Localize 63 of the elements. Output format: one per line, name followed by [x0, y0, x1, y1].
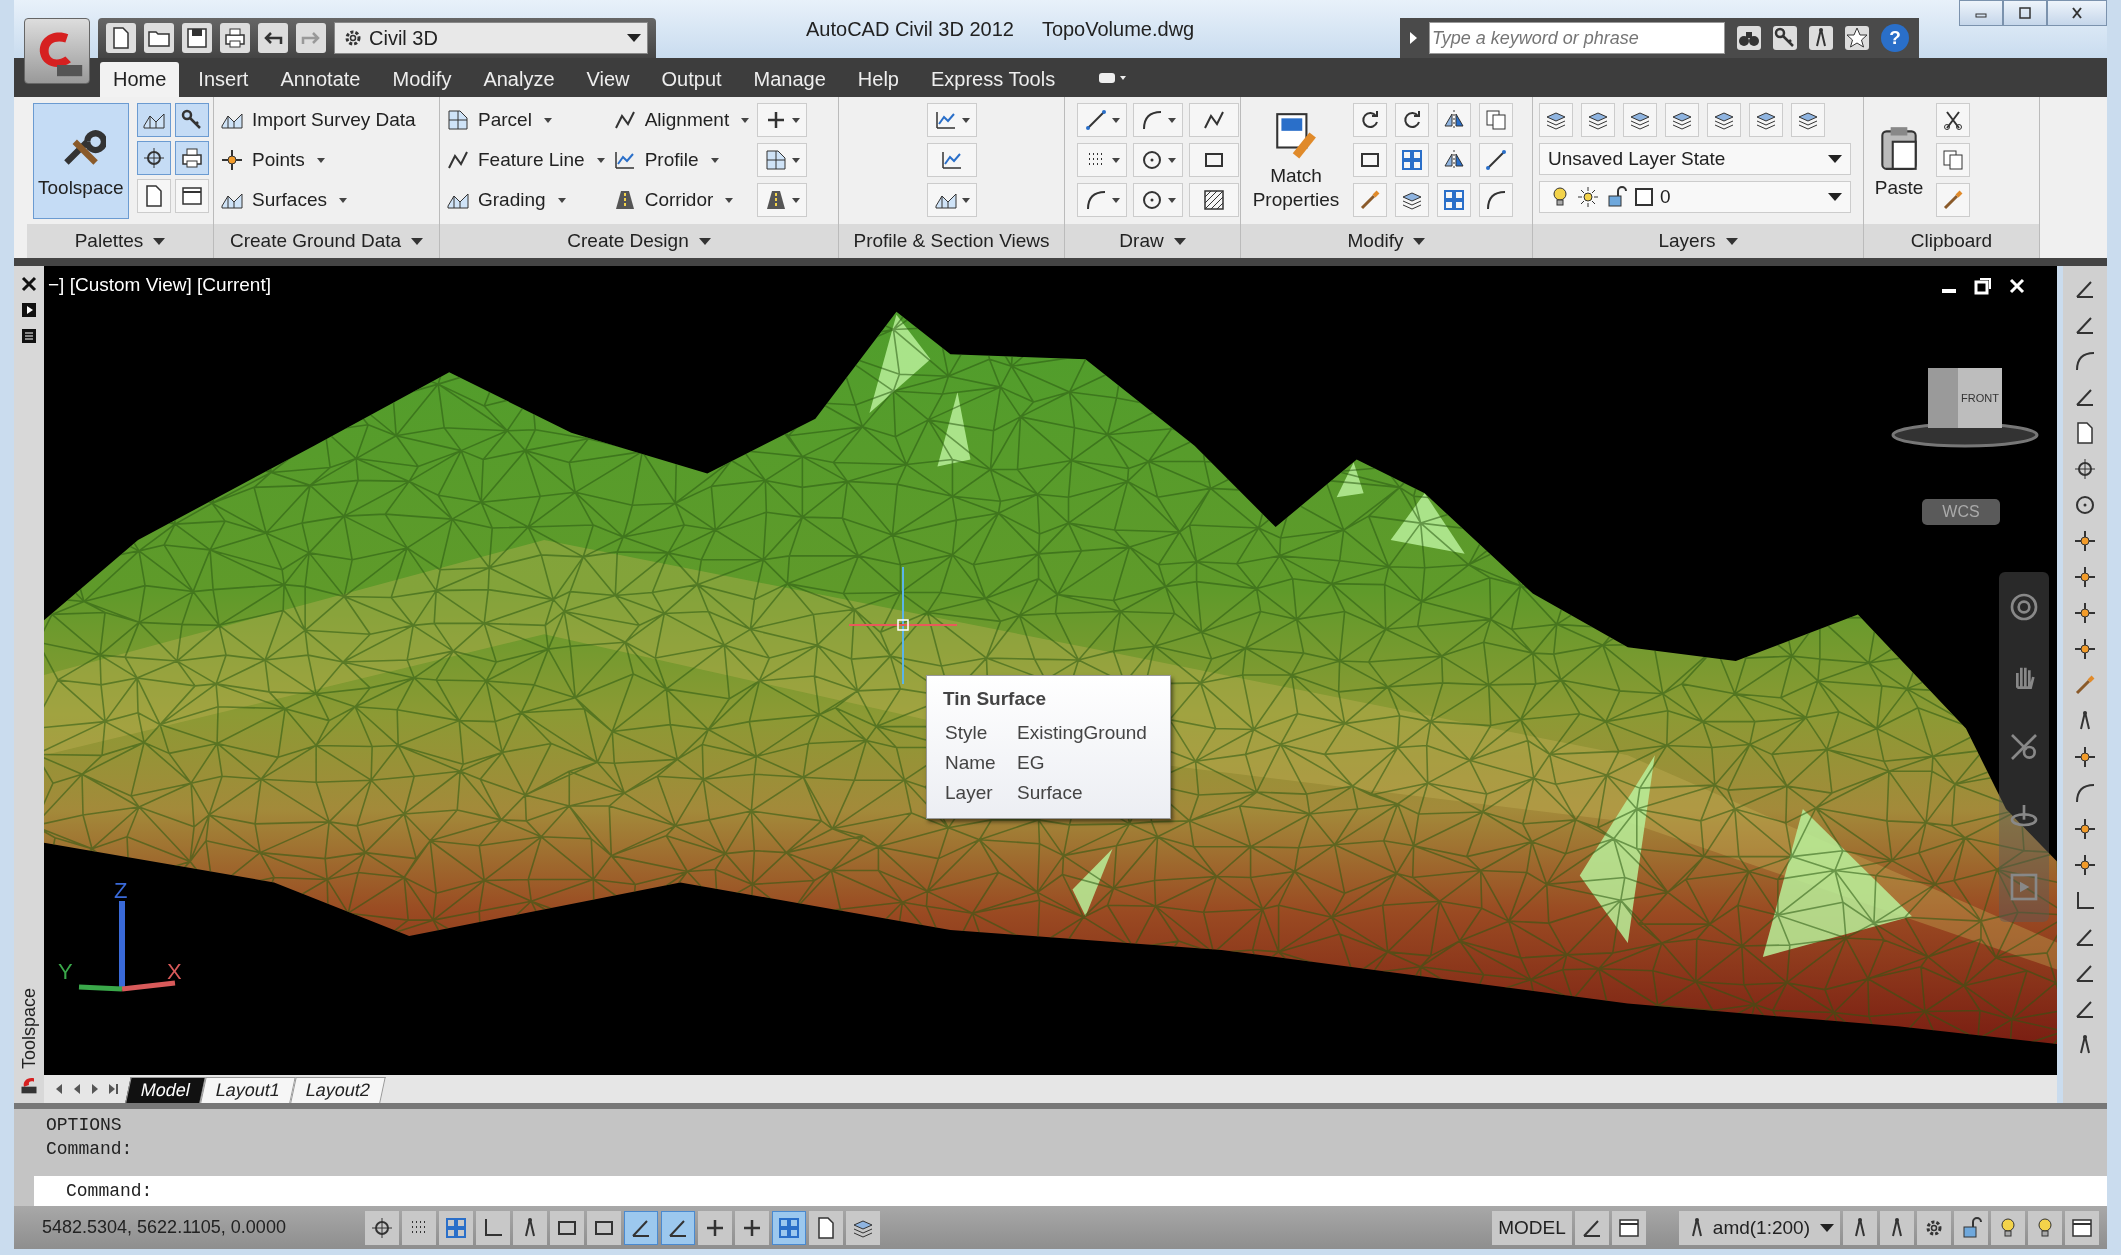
layer-dropdown[interactable]: 0 [1539, 181, 1851, 213]
panel-title-button[interactable]: Profile & Section Views [839, 224, 1064, 258]
panel-title-button[interactable]: Layers [1533, 224, 1863, 258]
layer-state-dropdown[interactable]: Unsaved Layer State [1539, 143, 1851, 175]
viewcube-face-label: FRONT [1961, 392, 1999, 404]
panel-title-button[interactable]: Draw [1065, 224, 1240, 258]
layout-tab[interactable]: Model [125, 1077, 206, 1103]
workspace-dropdown[interactable]: Civil 3D [334, 22, 648, 54]
model-viewport[interactable]: −] [Custom View] [Current] FRONT WCS Tin Surface Style ExistingGround Name EG Layer Surface Z Y X [44, 266, 2057, 1075]
ribbon-command-button[interactable]: Points [220, 143, 416, 177]
paste-button[interactable]: Paste [1870, 103, 1928, 219]
help-button[interactable]: ? [1881, 24, 1909, 52]
ribbon-command-button[interactable]: Grading [446, 183, 605, 217]
annotation-scale-dropdown[interactable]: amd(1:200) [1678, 1210, 1840, 1245]
coordinates-display: 5482.5304, 5622.1105, 0.0000 [41, 1217, 287, 1238]
ribbon-tab[interactable]: View [573, 62, 643, 97]
x-axis-label: X [167, 959, 182, 985]
ribbon-tab[interactable]: Insert [185, 62, 262, 97]
property-name: Layer [945, 782, 994, 804]
ribbon-command-button[interactable]: Parcel [446, 103, 605, 137]
toolspace-button[interactable]: Toolspace [33, 103, 129, 219]
panel-title-button[interactable]: Palettes [27, 224, 213, 258]
tooltip-title: Tin Surface [943, 688, 1048, 710]
palette-title: Toolspace [18, 987, 40, 1069]
ribbon-tab[interactable]: Home [100, 62, 180, 97]
match-properties-button[interactable]: Match Properties [1247, 103, 1345, 219]
layer-name: 0 [1660, 186, 1671, 208]
document-name: TopoVolume.dwg [1041, 17, 1195, 41]
ribbon-tab[interactable]: Output [648, 62, 735, 97]
panel-title-button[interactable]: Create Ground Data [214, 224, 439, 258]
ribbon-command-button[interactable]: Import Survey Data [220, 103, 416, 137]
layout-tab[interactable]: Layout2 [290, 1077, 386, 1103]
z-axis-label: Z [114, 878, 128, 904]
viewport-label[interactable]: −] [Custom View] [Current] [48, 274, 271, 296]
ribbon-command-button[interactable]: Corridor [612, 183, 750, 217]
ribbon-tab[interactable]: Express Tools [918, 62, 1069, 97]
command-input[interactable]: Command: [34, 1176, 2107, 1206]
workspace-name: Civil 3D [369, 26, 439, 50]
ribbon-command-button[interactable]: Profile [612, 143, 750, 177]
command-history-line: Command: [46, 1138, 134, 1161]
y-axis-label: Y [58, 959, 73, 985]
property-value: ExistingGround [1017, 722, 1147, 744]
panel-title-button[interactable]: Modify [1241, 224, 1532, 258]
panel-title-button[interactable]: Clipboard [1864, 224, 2039, 258]
cube-front-face[interactable]: FRONT [1958, 368, 2002, 428]
ribbon-tab[interactable]: Annotate [267, 62, 374, 97]
command-history-line: OPTIONS [46, 1114, 123, 1137]
ribbon-command-button[interactable]: Feature Line [446, 143, 605, 177]
ribbon-tab[interactable]: Help [844, 62, 912, 97]
ribbon-command-button[interactable]: Surfaces [220, 183, 416, 217]
search-field[interactable]: Type a keyword or phrase [1429, 22, 1725, 54]
model-space-button[interactable]: MODEL [1492, 1210, 1572, 1245]
ribbon-tab[interactable]: Analyze [470, 62, 568, 97]
ribbon-tab[interactable]: Modify [379, 62, 465, 97]
property-name: Name [945, 752, 997, 774]
ribbon-tab[interactable]: Manage [740, 62, 839, 97]
ribbon-command-button[interactable]: Alignment [612, 103, 750, 137]
layout-tab[interactable]: Layout1 [200, 1077, 296, 1103]
property-value: Surface [1017, 782, 1083, 804]
panel-title-button[interactable]: Create Design [440, 224, 838, 258]
property-value: EG [1017, 752, 1045, 774]
application-title: AutoCAD Civil 3D 2012 [806, 17, 1014, 41]
property-name: Style [945, 722, 989, 744]
